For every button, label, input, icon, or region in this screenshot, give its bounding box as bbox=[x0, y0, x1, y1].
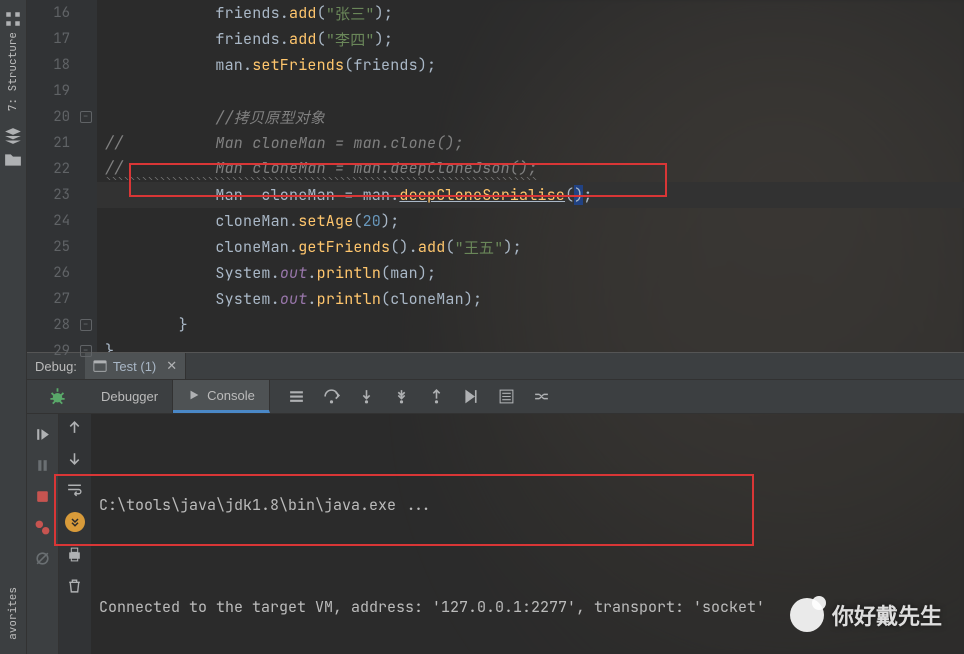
evaluate-icon[interactable] bbox=[498, 388, 515, 405]
code-line-current[interactable]: Man cloneMan = man.deepCloneSerialise(); bbox=[97, 182, 964, 208]
debug-tab-label: Test (1) bbox=[113, 359, 156, 374]
line-number[interactable]: 28 bbox=[27, 312, 96, 338]
line-number[interactable]: 24 bbox=[27, 208, 96, 234]
line-number[interactable]: 21 bbox=[27, 130, 96, 156]
up-icon[interactable] bbox=[66, 419, 83, 436]
down-icon[interactable] bbox=[66, 450, 83, 467]
line-number[interactable]: 22 bbox=[27, 156, 96, 182]
editor-gutter[interactable]: 16 17 18 19 20 21 22 23 24 25 26 27 28 2… bbox=[27, 0, 97, 352]
wechat-icon bbox=[790, 598, 824, 632]
favorites-label: avorites bbox=[6, 583, 20, 644]
structure-tool-button[interactable]: 7: Structure bbox=[0, 4, 27, 121]
fold-handle-icon[interactable] bbox=[80, 111, 92, 123]
line-number[interactable]: 26 bbox=[27, 260, 96, 286]
line-number[interactable]: 29 bbox=[27, 338, 96, 364]
line-number[interactable]: 23 bbox=[27, 182, 96, 208]
code-editor[interactable]: 16 17 18 19 20 21 22 23 24 25 26 27 28 2… bbox=[27, 0, 964, 352]
scroll-to-end-button[interactable] bbox=[65, 512, 85, 532]
console-gutter bbox=[59, 414, 91, 654]
tab-debugger[interactable]: Debugger bbox=[87, 380, 173, 413]
line-number[interactable]: 27 bbox=[27, 286, 96, 312]
line-number[interactable]: 19 bbox=[27, 78, 96, 104]
fold-handle-icon[interactable] bbox=[80, 345, 92, 357]
step-out-icon[interactable] bbox=[428, 388, 445, 405]
scroll-end-icon bbox=[69, 516, 81, 528]
stop-icon[interactable] bbox=[34, 488, 51, 505]
play-icon bbox=[187, 388, 201, 402]
watermark-text: 你好戴先生 bbox=[832, 599, 942, 631]
pause-icon[interactable] bbox=[34, 457, 51, 474]
structure-icon bbox=[4, 10, 22, 28]
console-line: C:\tools\java\jdk1.8\bin\java.exe ... bbox=[99, 488, 964, 522]
line-number[interactable]: 20 bbox=[27, 104, 96, 130]
left-tool-strip: 7: Structure avorites bbox=[0, 0, 27, 654]
debug-run-tab[interactable]: Test (1) ✕ bbox=[85, 353, 186, 379]
layers-icon[interactable] bbox=[4, 127, 22, 145]
fold-handle-icon[interactable] bbox=[80, 319, 92, 331]
debug-controls-column bbox=[27, 414, 59, 654]
print-icon[interactable] bbox=[66, 546, 83, 563]
trace-icon[interactable] bbox=[533, 388, 550, 405]
debugger-toolbar: Debugger Console bbox=[27, 380, 964, 414]
line-number[interactable]: 18 bbox=[27, 52, 96, 78]
bug-icon bbox=[48, 387, 67, 406]
soft-wrap-icon[interactable] bbox=[66, 481, 83, 498]
resume-icon[interactable] bbox=[34, 426, 51, 443]
favorites-tool-button[interactable]: avorites bbox=[6, 577, 20, 650]
watermark: 你好戴先生 bbox=[790, 598, 942, 632]
tab-console[interactable]: Console bbox=[173, 380, 270, 413]
clear-icon[interactable] bbox=[66, 577, 83, 594]
line-number[interactable]: 17 bbox=[27, 26, 96, 52]
rerun-button[interactable] bbox=[27, 387, 87, 406]
close-icon[interactable]: ✕ bbox=[166, 358, 177, 374]
structure-label: 7: Structure bbox=[6, 28, 20, 115]
line-number[interactable]: 25 bbox=[27, 234, 96, 260]
debug-tabs-bar: Debug: Test (1) ✕ bbox=[27, 352, 964, 380]
threads-icon[interactable] bbox=[288, 388, 305, 405]
folder-icon[interactable] bbox=[4, 151, 22, 169]
line-number[interactable]: 16 bbox=[27, 0, 96, 26]
view-breakpoints-icon[interactable] bbox=[34, 519, 51, 536]
code-text-area[interactable]: friends.add("张三"); friends.add("李四"); ma… bbox=[97, 0, 964, 352]
force-step-into-icon[interactable] bbox=[393, 388, 410, 405]
step-into-icon[interactable] bbox=[358, 388, 375, 405]
step-over-icon[interactable] bbox=[323, 388, 340, 405]
run-to-cursor-icon[interactable] bbox=[463, 388, 480, 405]
mute-breakpoints-icon[interactable] bbox=[34, 550, 51, 567]
